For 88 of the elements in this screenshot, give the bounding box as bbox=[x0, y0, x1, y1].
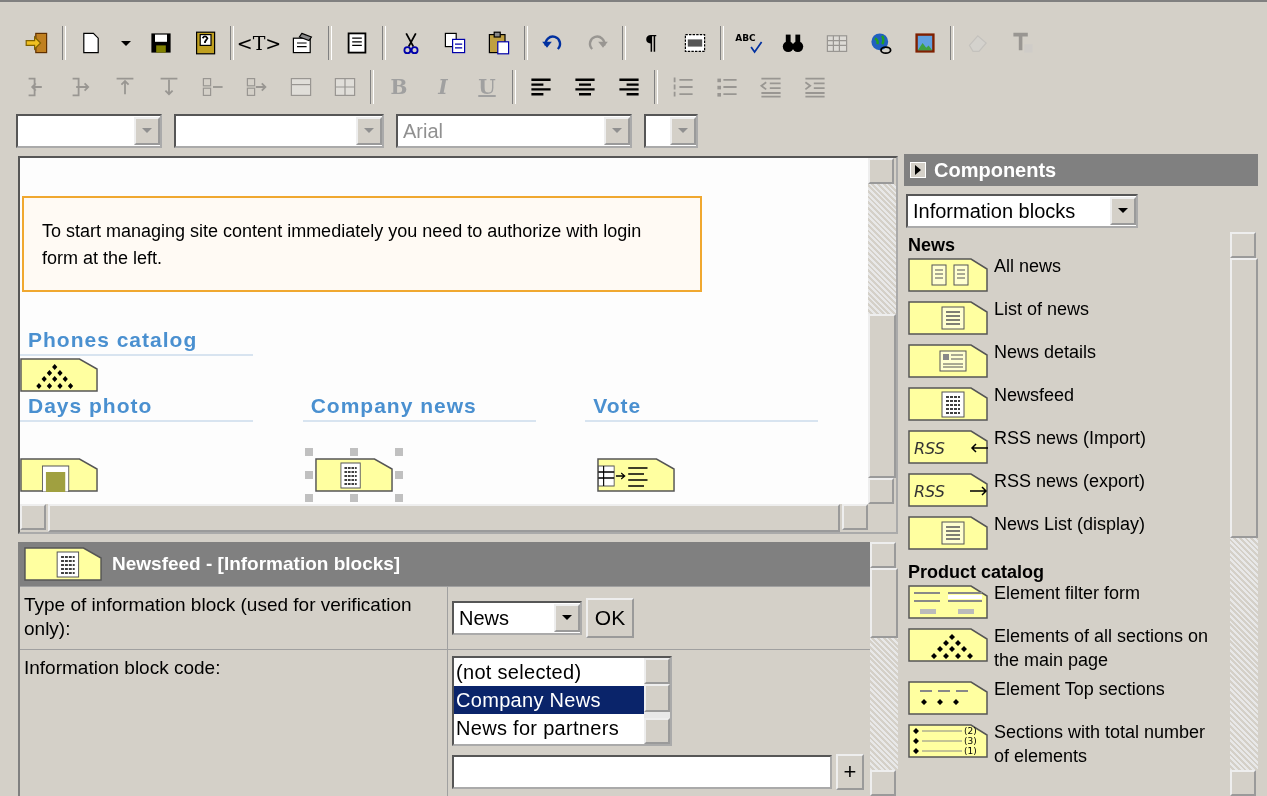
vertical-scrollbar[interactable] bbox=[870, 542, 898, 796]
vote-block-icon[interactable] bbox=[597, 458, 676, 492]
ok-button[interactable]: OK bbox=[586, 598, 634, 638]
vertical-scrollbar[interactable] bbox=[1230, 232, 1258, 796]
component-type-select[interactable]: Information blocks bbox=[906, 194, 1138, 228]
properties-title: Newsfeed - [Information blocks] bbox=[112, 553, 401, 575]
globe-link-icon bbox=[869, 31, 893, 55]
diamond-pyramid-icon[interactable] bbox=[908, 628, 988, 662]
list-option[interactable]: Company News bbox=[454, 686, 644, 714]
resize-handle[interactable] bbox=[394, 448, 403, 456]
group-heading: News bbox=[908, 234, 957, 257]
notice-text: To start managing site content immediately you need to authorize with login form at the left. bbox=[22, 196, 702, 292]
cells-icon bbox=[289, 75, 313, 99]
caret-icon bbox=[364, 128, 374, 134]
resize-handle[interactable] bbox=[349, 494, 358, 502]
list-document-icon[interactable] bbox=[908, 516, 988, 550]
news-document-icon bbox=[24, 547, 102, 581]
resize-handle[interactable] bbox=[304, 494, 313, 502]
section-heading: Company news bbox=[302, 394, 536, 422]
spellcheck-button[interactable]: ABC bbox=[728, 24, 770, 62]
caret-icon bbox=[562, 615, 572, 621]
caret-icon bbox=[1118, 208, 1128, 214]
code-listbox[interactable]: (not selected) Company News News for partners bbox=[452, 656, 672, 746]
vertical-scrollbar[interactable] bbox=[868, 158, 896, 504]
copy-icon bbox=[443, 31, 467, 55]
floppy-question-icon bbox=[193, 31, 217, 55]
resize-handle[interactable] bbox=[349, 448, 358, 456]
form-icon bbox=[291, 31, 315, 55]
components-title: Components bbox=[934, 158, 1057, 182]
numbered-list-icon bbox=[671, 75, 695, 99]
component-label[interactable]: RSS news (Import) bbox=[994, 426, 1222, 450]
door-arrow-icon bbox=[25, 31, 49, 55]
component-label[interactable]: News List (display) bbox=[994, 512, 1222, 536]
resize-handle[interactable] bbox=[304, 448, 313, 456]
news-document-icon[interactable] bbox=[908, 387, 988, 421]
component-label[interactable]: Sections with total number of elements bbox=[994, 720, 1222, 768]
caret-icon bbox=[612, 128, 622, 134]
resize-handle[interactable] bbox=[394, 471, 403, 479]
property-label: Type of information block (used for verification only): bbox=[24, 594, 412, 639]
component-label[interactable]: News details bbox=[994, 340, 1222, 364]
component-label[interactable]: RSS news (export) bbox=[994, 469, 1222, 493]
clipboard-icon bbox=[487, 31, 511, 55]
section-heading: Phones catalog bbox=[20, 328, 253, 356]
picture-frame-icon bbox=[913, 31, 937, 55]
news-document-icon[interactable] bbox=[314, 458, 393, 492]
numbered-sections-icon[interactable]: (2) (3) (1) bbox=[908, 724, 988, 758]
resize-handle[interactable] bbox=[394, 494, 403, 502]
section-heading: Vote bbox=[585, 394, 819, 422]
list-document-icon[interactable] bbox=[908, 301, 988, 335]
check-mark-icon bbox=[748, 40, 763, 54]
paragraph-marks-button[interactable]: ¶ bbox=[630, 24, 672, 62]
tag-button[interactable]: <T> bbox=[238, 24, 280, 62]
group-heading: Product catalog bbox=[908, 561, 1046, 584]
caret-icon bbox=[142, 128, 152, 134]
diamond-pyramid-icon[interactable] bbox=[20, 358, 98, 392]
add-button[interactable]: + bbox=[836, 754, 864, 790]
document-icon bbox=[345, 31, 369, 55]
floppy-icon bbox=[149, 31, 173, 55]
component-label[interactable]: Element Top sections bbox=[994, 677, 1222, 701]
outdent-icon bbox=[759, 75, 783, 99]
rss-import-icon[interactable]: RSS bbox=[908, 430, 988, 464]
two-documents-icon[interactable] bbox=[908, 258, 988, 292]
cell-arrow-icon bbox=[201, 75, 225, 99]
dashed-frame-icon bbox=[683, 31, 707, 55]
component-label[interactable]: Elements of all sections on the main page bbox=[994, 624, 1222, 672]
section-heading: Days photo bbox=[20, 394, 253, 422]
list-option[interactable]: (not selected) bbox=[454, 658, 644, 686]
caret-icon bbox=[678, 128, 688, 134]
indent-icon bbox=[803, 75, 827, 99]
photo-block-icon[interactable] bbox=[20, 458, 98, 492]
property-label: Information block code: bbox=[24, 657, 221, 678]
cells-icon bbox=[333, 75, 357, 99]
rss-export-icon[interactable]: RSS bbox=[908, 473, 988, 507]
cell-arrow-icon bbox=[245, 75, 269, 99]
type-select[interactable]: News bbox=[452, 601, 582, 635]
component-label[interactable]: List of news bbox=[994, 297, 1222, 321]
horizontal-scrollbar[interactable] bbox=[20, 504, 868, 532]
component-label[interactable]: Element filter form bbox=[994, 581, 1222, 605]
list-option[interactable]: News for partners bbox=[454, 714, 644, 742]
filter-form-icon[interactable] bbox=[908, 585, 988, 619]
component-label[interactable]: Newsfeed bbox=[994, 383, 1222, 407]
listbox-scrollbar[interactable] bbox=[644, 658, 670, 744]
component-label[interactable]: All news bbox=[994, 254, 1222, 278]
detail-document-icon[interactable] bbox=[908, 344, 988, 378]
resize-handle[interactable] bbox=[304, 471, 313, 479]
caret-icon bbox=[121, 40, 131, 46]
diamond-row-icon[interactable] bbox=[908, 681, 988, 715]
code-input-field[interactable] bbox=[452, 755, 832, 789]
